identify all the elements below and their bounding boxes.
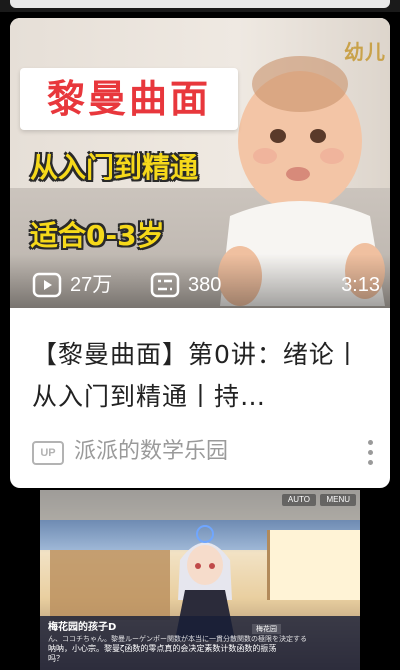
game-window <box>267 530 360 600</box>
thumbnail-age-label: 适合0-3岁 <box>30 219 165 252</box>
more-options-icon[interactable] <box>368 440 374 466</box>
thumbnail-subtitle: 从入门到精通 <box>30 151 199 184</box>
game-scene-video[interactable]: AUTO MENU 梅花园的孩子D 梅花园 ん、ココチちゃん。黎曼ルーゲンポー関… <box>40 490 360 670</box>
video-title[interactable]: 【黎曼曲面】第0讲：绪论丨从入门到精通丨持… <box>32 334 372 418</box>
thumbnail-stats-bar: 27万 380 3:13 <box>10 254 390 308</box>
game-shelf <box>50 550 170 620</box>
speaker-name: 梅花园的孩子D <box>48 622 117 633</box>
previous-card-edge <box>0 0 400 12</box>
video-card[interactable]: 幼儿 黎曼曲面 从入门到精通 适合0-3岁 27万 380 3:13 【黎曼曲面… <box>10 18 390 488</box>
uploader-row[interactable]: UP 派派的数学乐园 <box>32 438 382 468</box>
dialogue-box[interactable]: 梅花园的孩子D 梅花园 ん、ココチちゃん。黎曼ルーゲンポー関数が本当に一貫分散関… <box>40 616 360 670</box>
video-duration: 3:13 <box>341 274 380 296</box>
dialogue-line-cn: 呐呐，小心宗。黎曼ζ函数的零点真的会决定素数计数函数的振荡吗？ <box>48 644 277 663</box>
play-icon <box>32 272 62 298</box>
speaker-tag: 梅花园 <box>252 624 281 634</box>
thumbnail-headline: 黎曼曲面 <box>46 77 211 121</box>
dialogue-line-jp: ん、ココチちゃん。黎曼ルーゲンポー関数が本当に一貫分散関数の極限を決定する <box>48 635 307 643</box>
thumbnail-headline-banner: 黎曼曲面 <box>20 68 238 130</box>
view-count: 27万 <box>32 272 142 298</box>
video-thumbnail[interactable]: 幼儿 黎曼曲面 从入门到精通 适合0-3岁 27万 380 3:13 <box>10 18 390 308</box>
uploader-name[interactable]: 派派的数学乐园 <box>74 438 228 466</box>
auto-button[interactable]: AUTO <box>281 494 316 506</box>
card-edge <box>10 0 390 8</box>
danmaku-icon <box>150 272 180 298</box>
menu-button[interactable]: MENU <box>320 494 356 506</box>
thumbnail-corner-text: 幼儿 <box>344 40 386 64</box>
danmaku-count: 380 <box>150 272 260 298</box>
up-badge-icon: UP <box>32 441 64 465</box>
